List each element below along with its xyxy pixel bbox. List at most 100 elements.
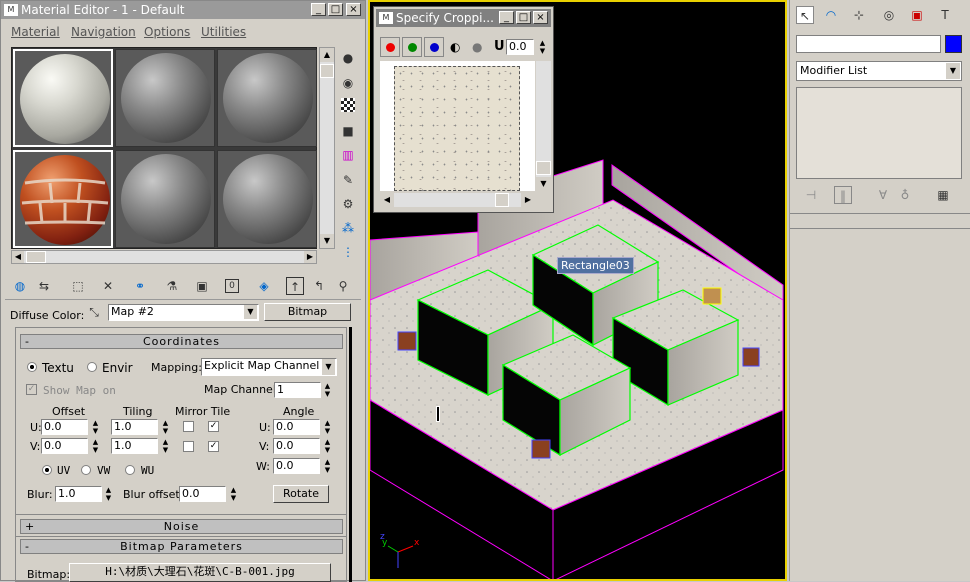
- scroll-thumb[interactable]: [495, 193, 509, 207]
- utilities-tab-icon[interactable]: T: [936, 6, 954, 24]
- texture-radio[interactable]: [27, 362, 37, 372]
- map-type-button[interactable]: Bitmap: [264, 303, 351, 321]
- mono-icon[interactable]: ◐: [450, 40, 460, 54]
- u-offset-input[interactable]: 0.0: [41, 419, 88, 435]
- put-to-scene-icon[interactable]: ⇆: [35, 277, 53, 295]
- close-button[interactable]: ×: [346, 3, 361, 16]
- motion-tab-icon[interactable]: ◎: [880, 6, 898, 24]
- pick-material-icon[interactable]: ⚲: [334, 277, 352, 295]
- vw-radio[interactable]: [81, 465, 91, 475]
- wu-radio[interactable]: [125, 465, 135, 475]
- reset-map-icon[interactable]: ✕: [99, 277, 117, 295]
- menu-navigation[interactable]: Navigation: [71, 25, 136, 39]
- modifier-stack[interactable]: [796, 87, 962, 179]
- configure-modifier-sets-icon[interactable]: ▦: [934, 186, 952, 204]
- v-tile-checkbox[interactable]: ✓: [208, 441, 219, 452]
- red-channel-button[interactable]: [380, 37, 400, 57]
- slots-vscrollbar[interactable]: ▲ ▼: [319, 47, 335, 249]
- object-color-swatch[interactable]: [945, 35, 962, 53]
- scroll-left-arrow[interactable]: ◀: [12, 251, 24, 263]
- w-angle-input[interactable]: 0.0: [273, 458, 320, 474]
- select-by-material-icon[interactable]: ⁂: [339, 219, 357, 237]
- put-to-library-icon[interactable]: ⚗: [163, 277, 181, 295]
- scroll-left-arrow[interactable]: ◀: [380, 193, 394, 207]
- assign-material-icon[interactable]: ⬚: [69, 277, 87, 295]
- u-tiling-input[interactable]: 1.0: [111, 419, 158, 435]
- options-icon[interactable]: ⚙: [339, 195, 357, 213]
- menu-material[interactable]: Material: [11, 25, 60, 39]
- get-material-icon[interactable]: ◍: [11, 277, 29, 295]
- v-mirror-checkbox[interactable]: [183, 441, 194, 452]
- scroll-thumb[interactable]: [320, 64, 334, 78]
- hierarchy-tab-icon[interactable]: ⊹: [850, 6, 868, 24]
- material-effects-channel-icon[interactable]: ▣: [193, 277, 211, 295]
- mapping-dropdown[interactable]: Explicit Map Channel ▼: [201, 358, 337, 376]
- blur-offset-spinner[interactable]: ▲ ▼: [229, 486, 238, 502]
- background-icon[interactable]: [341, 98, 355, 112]
- u-spinner[interactable]: ▲ ▼: [538, 39, 547, 55]
- map-name-dropdown[interactable]: Map #2 ▼: [108, 304, 259, 321]
- object-name-field[interactable]: [796, 35, 941, 53]
- v-angle-input[interactable]: 0.0: [273, 438, 320, 454]
- pin-stack-icon[interactable]: ⊣: [802, 186, 820, 204]
- scroll-up-arrow[interactable]: ▲: [320, 48, 334, 62]
- show-map-on-checkbox[interactable]: ✓: [26, 384, 37, 395]
- uv-tiling-icon[interactable]: ■: [339, 122, 357, 140]
- rotate-button[interactable]: Rotate: [273, 485, 329, 503]
- sample-slot-2[interactable]: [115, 49, 215, 147]
- blur-input[interactable]: 1.0: [55, 486, 102, 502]
- sample-slot-4[interactable]: [13, 150, 113, 248]
- u-offset-spinner[interactable]: ▲ ▼: [91, 419, 100, 435]
- v-tiling-input[interactable]: 1.0: [111, 438, 158, 454]
- scroll-down-arrow[interactable]: ▼: [536, 177, 551, 191]
- blur-offset-input[interactable]: 0.0: [179, 486, 226, 502]
- minimize-button[interactable]: _: [311, 3, 326, 16]
- menu-utilities[interactable]: Utilities: [201, 25, 246, 39]
- maximize-button[interactable]: □: [516, 11, 531, 24]
- sample-slot-5[interactable]: [115, 150, 215, 248]
- go-forward-sibling-icon[interactable]: ↰: [310, 277, 328, 295]
- editor-vscrollbar[interactable]: [349, 327, 352, 582]
- video-color-check-icon[interactable]: ▥: [339, 146, 357, 164]
- u-angle-spinner[interactable]: ▲ ▼: [323, 419, 332, 435]
- material-navigator-icon[interactable]: ⋮: [339, 243, 357, 261]
- create-tab-icon[interactable]: ↖: [796, 6, 814, 24]
- maximize-button[interactable]: □: [328, 3, 343, 16]
- noise-rollout-header[interactable]: + Noise: [20, 519, 343, 534]
- u-angle-input[interactable]: 0.0: [273, 419, 320, 435]
- v-angle-spinner[interactable]: ▲ ▼: [323, 438, 332, 454]
- crop-image-area[interactable]: [380, 61, 535, 191]
- u-tiling-spinner[interactable]: ▲ ▼: [161, 419, 170, 435]
- u-mirror-checkbox[interactable]: [183, 421, 194, 432]
- green-channel-button[interactable]: [402, 37, 422, 57]
- remove-modifier-icon[interactable]: ♁: [896, 186, 914, 204]
- backlight-icon[interactable]: ◉: [339, 74, 357, 92]
- crop-dialog-titlebar[interactable]: M Specify Croppi... _ □ ×: [376, 9, 551, 27]
- minimize-button[interactable]: _: [499, 11, 514, 24]
- show-map-in-viewport-icon[interactable]: 0: [225, 279, 239, 293]
- make-unique-icon[interactable]: ⚭: [131, 277, 149, 295]
- make-preview-icon[interactable]: ✎: [339, 171, 357, 189]
- environ-radio[interactable]: [87, 362, 97, 372]
- coordinates-rollout-header[interactable]: - Coordinates: [20, 334, 343, 349]
- v-offset-spinner[interactable]: ▲ ▼: [91, 438, 100, 454]
- sample-slot-6[interactable]: [217, 150, 317, 248]
- sample-slot-3[interactable]: [217, 49, 317, 147]
- scroll-thumb[interactable]: [26, 251, 46, 263]
- modify-tab-icon[interactable]: ◠: [822, 6, 840, 24]
- modifier-list-dropdown[interactable]: Modifier List ▼: [796, 61, 962, 81]
- bitmap-path-button[interactable]: H:\材质\大理石\花斑\C-B-001.jpg: [69, 563, 331, 582]
- u-tile-checkbox[interactable]: ✓: [208, 421, 219, 432]
- menu-options[interactable]: Options: [144, 25, 190, 39]
- sample-slot-1[interactable]: [13, 49, 113, 147]
- display-tab-icon[interactable]: ▣: [908, 6, 926, 24]
- scroll-right-arrow[interactable]: ▶: [304, 251, 316, 263]
- crop-vscrollbar[interactable]: ▼: [536, 61, 551, 191]
- slots-hscrollbar[interactable]: ◀ ▶: [11, 250, 317, 264]
- alpha-icon[interactable]: ●: [472, 40, 482, 54]
- uv-radio[interactable]: [42, 465, 52, 475]
- go-to-parent-icon[interactable]: ↑: [286, 277, 304, 295]
- blur-spinner[interactable]: ▲ ▼: [104, 486, 113, 502]
- show-end-result-icon[interactable]: ◈: [255, 277, 273, 295]
- pick-from-object-icon[interactable]: ⤡: [85, 303, 103, 321]
